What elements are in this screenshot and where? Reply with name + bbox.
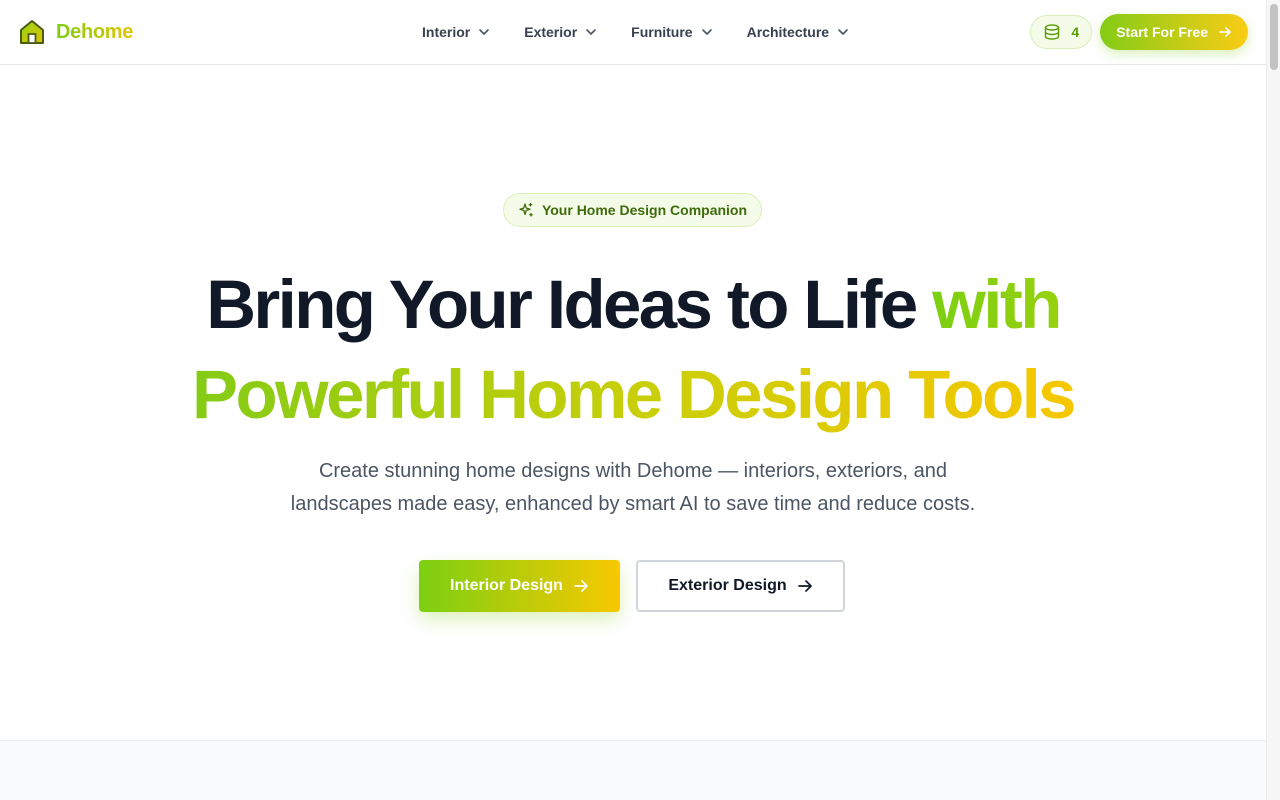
credits-count: 4 [1071, 24, 1080, 40]
hero-section: Your Home Design Companion Bring Your Id… [0, 65, 1266, 740]
brand-name: Dehome [56, 20, 134, 43]
hero-badge-text: Your Home Design Companion [541, 202, 748, 218]
header-actions: 4 Start For Free [1030, 14, 1248, 50]
chevron-down-icon [701, 29, 712, 35]
headline-accent: with [932, 266, 1062, 343]
chevron-down-icon [838, 29, 848, 35]
brand-logo[interactable]: Dehome [18, 18, 133, 46]
nav-item-label: Interior [422, 24, 471, 40]
chevron-down-icon [586, 29, 596, 35]
nav-item-label: Furniture [631, 24, 693, 40]
sparkles-icon [519, 202, 533, 217]
site-header: Dehome Interior Exterior Furniture Archi… [0, 0, 1266, 65]
start-for-free-button[interactable]: Start For Free [1100, 14, 1248, 50]
arrow-right-icon [1219, 27, 1231, 37]
nav-item-label: Exterior [524, 24, 578, 40]
hero-subtitle: Create stunning home designs with Dehome… [290, 460, 976, 515]
nav-item-furniture[interactable]: Furniture [617, 16, 726, 48]
next-section [0, 740, 1266, 800]
interior-design-button[interactable]: Interior Design [419, 560, 620, 612]
nav-item-exterior[interactable]: Exterior [510, 16, 611, 48]
hero-headline: Bring Your Ideas to Life with Powerful H… [0, 260, 1266, 440]
interior-design-label: Interior Design [450, 577, 563, 594]
headline-line-1: Bring Your Ideas to Life [206, 266, 933, 343]
hero-badge: Your Home Design Companion [503, 193, 762, 227]
chevron-down-icon [479, 29, 490, 35]
main-nav: Interior Exterior Furniture Architecture [408, 0, 863, 64]
house-icon [20, 20, 44, 44]
hero-cta-group: Interior Design Exterior Design [419, 560, 845, 612]
arrow-right-icon [574, 580, 588, 592]
coins-icon [1045, 24, 1060, 40]
headline-line-2: Powerful Home Design Tools [192, 350, 1077, 440]
nav-item-interior[interactable]: Interior [408, 16, 504, 48]
nav-item-label: Architecture [746, 24, 830, 40]
start-button-label: Start For Free [1116, 24, 1208, 40]
scrollbar-thumb[interactable] [1270, 4, 1278, 70]
nav-item-architecture[interactable]: Architecture [733, 16, 863, 48]
exterior-design-button[interactable]: Exterior Design [636, 560, 845, 612]
exterior-design-label: Exterior Design [668, 577, 787, 594]
page-scrollbar[interactable] [1266, 0, 1280, 800]
arrow-right-icon [797, 580, 812, 592]
credits-badge[interactable]: 4 [1030, 15, 1093, 49]
